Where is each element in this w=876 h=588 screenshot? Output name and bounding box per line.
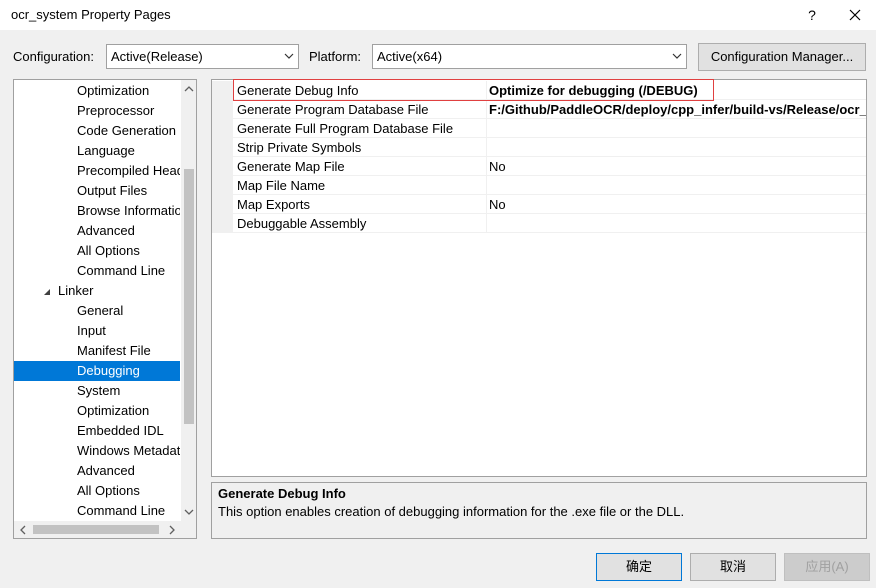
scroll-right-icon[interactable] [169,525,176,535]
tree-hscroll-thumb[interactable] [33,525,159,534]
tree-item-command-line[interactable]: Command Line [14,261,180,281]
tree-node-linker[interactable]: Linker [14,281,180,301]
property-row[interactable]: Generate Full Program Database File [212,119,866,138]
scroll-down-icon[interactable] [184,509,194,516]
tree-item-debugging[interactable]: Debugging [14,361,180,381]
tree-item-browse-information[interactable]: Browse Information [14,201,180,221]
tree-node-label: Linker [58,283,94,298]
tree-item-general[interactable]: General [14,301,180,321]
ok-button[interactable]: 确定 [596,553,682,581]
property-name: Generate Map File [237,159,345,174]
tree-item-optimization[interactable]: Optimization [14,401,180,421]
tree-scroll-thumb[interactable] [184,169,194,424]
property-name: Generate Debug Info [237,83,359,98]
property-value[interactable]: Optimize for debugging (/DEBUG) [489,81,698,100]
property-row[interactable]: Generate Debug Info Optimize for debuggi… [212,81,866,100]
tree-item-language[interactable]: Language [14,141,180,161]
tree-item-preprocessor[interactable]: Preprocessor [14,101,180,121]
window-title: ocr_system Property Pages [11,7,171,22]
tree-item-system[interactable]: System [14,381,180,401]
property-name: Generate Full Program Database File [237,121,454,136]
chevron-down-icon [672,53,682,59]
expanded-triangle-icon [44,289,50,295]
property-name: Map Exports [237,197,310,212]
chevron-down-icon [284,53,294,59]
property-row[interactable]: Generate Program Database File F:/Github… [212,100,866,119]
scroll-up-icon[interactable] [184,85,194,92]
tree-item-embedded-idl[interactable]: Embedded IDL [14,421,180,441]
description-title: Generate Debug Info [218,486,346,501]
tree-item-all-options[interactable]: All Options [14,481,180,501]
close-button[interactable] [842,3,868,27]
tree-item-command-line[interactable]: Command Line [14,501,180,521]
description-text: This option enables creation of debuggin… [218,504,685,519]
configuration-manager-button[interactable]: Configuration Manager... [698,43,866,71]
property-value[interactable]: F:/Github/PaddleOCR/deploy/cpp_infer/bui… [489,100,866,119]
tree-item-manifest-file[interactable]: Manifest File [14,341,180,361]
tree-item-windows-metadata[interactable]: Windows Metadata [14,441,180,461]
tree-item-optimization[interactable]: Optimization [14,81,180,101]
tree-item-advanced[interactable]: Advanced [14,221,180,241]
property-tree: Optimization Preprocessor Code Generatio… [13,79,197,539]
platform-dropdown[interactable]: Active(x64) [372,44,687,69]
tree-item-all-options[interactable]: All Options [14,241,180,261]
close-icon [849,9,861,21]
property-name: Strip Private Symbols [237,140,362,155]
tree-item-advanced[interactable]: Advanced [14,461,180,481]
property-row[interactable]: Debuggable Assembly [212,214,866,233]
property-row[interactable]: Map Exports No [212,195,866,214]
platform-value: Active(x64) [377,49,443,64]
configuration-value: Active(Release) [111,49,203,64]
platform-label: Platform: [309,49,362,64]
property-row[interactable]: Strip Private Symbols [212,138,866,157]
property-name: Map File Name [237,178,326,193]
apply-button[interactable]: 应用(A) [784,553,870,581]
scroll-left-icon[interactable] [19,525,26,535]
property-grid: Generate Debug Info Optimize for debuggi… [211,79,867,477]
description-panel: Generate Debug Info This option enables … [211,482,867,539]
tree-item-output-files[interactable]: Output Files [14,181,180,201]
property-name: Generate Program Database File [237,102,429,117]
configuration-label: Configuration: [13,49,94,64]
property-name: Debuggable Assembly [237,216,367,231]
title-bar: ocr_system Property Pages ? [0,0,876,30]
property-value[interactable]: No [489,195,506,214]
property-value[interactable]: No [489,157,506,176]
tree-item-precompiled-headers[interactable]: Precompiled Headers [14,161,180,181]
cancel-button[interactable]: 取消 [690,553,776,581]
configuration-dropdown[interactable]: Active(Release) [106,44,299,69]
tree-item-input[interactable]: Input [14,321,180,341]
tree-item-code-generation[interactable]: Code Generation [14,121,180,141]
property-row[interactable]: Map File Name [212,176,866,195]
help-button[interactable]: ? [800,3,824,27]
property-row[interactable]: Generate Map File No [212,157,866,176]
